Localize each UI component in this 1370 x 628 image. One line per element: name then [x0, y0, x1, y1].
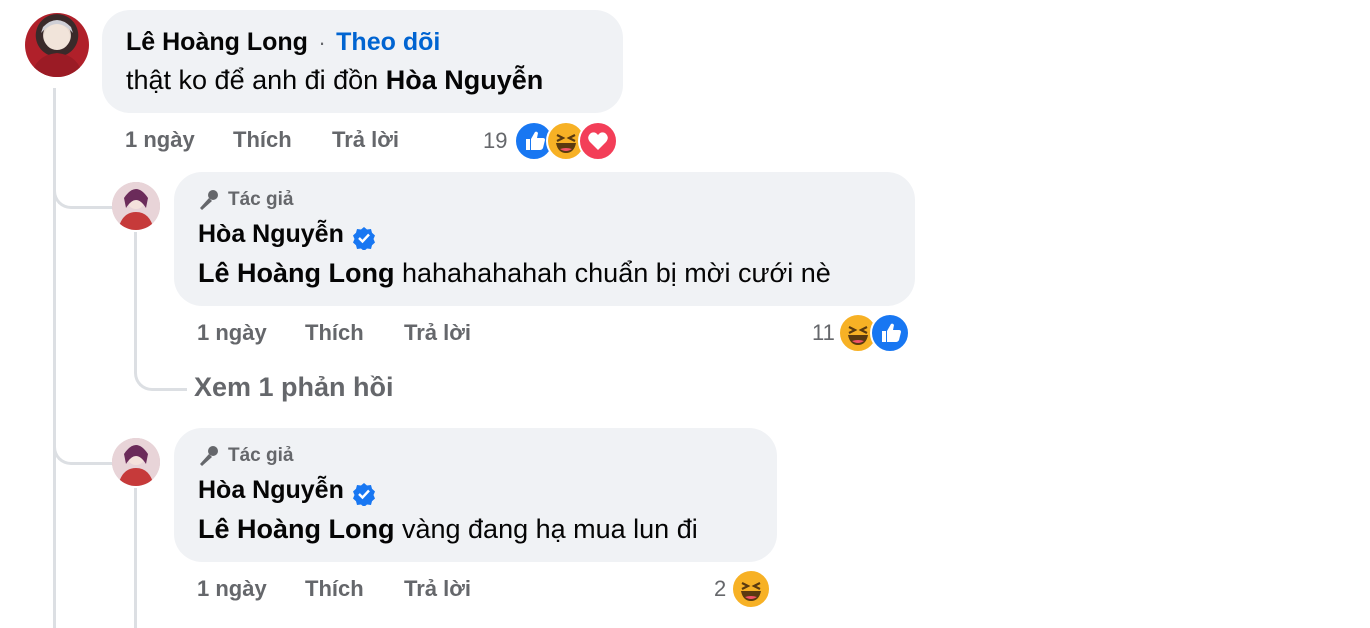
- reply-text: Lê Hoàng Long hahahahahah chuẩn bị mời c…: [198, 258, 831, 289]
- reply-author[interactable]: Hòa Nguyễn: [198, 220, 344, 248]
- verified-badge-icon: [352, 482, 375, 506]
- reply-time[interactable]: 1 ngày: [197, 320, 267, 346]
- microphone-icon: [200, 446, 218, 466]
- reply-actions: 1 ngày Thích Trả lời: [197, 576, 517, 604]
- comment-text-body: thật ko để anh đi đồn: [126, 65, 386, 95]
- avatar-photo-icon: [112, 182, 160, 230]
- reply-bubble: Tác giả Hòa Nguyễn Lê Hoàng Long hahahah…: [174, 172, 915, 306]
- reply-author[interactable]: Hòa Nguyễn: [198, 476, 344, 504]
- reply-button[interactable]: Trả lời: [332, 127, 399, 153]
- reaction-count[interactable]: 2: [714, 576, 726, 602]
- reaction-count[interactable]: 19: [483, 128, 507, 154]
- reply-button[interactable]: Trả lời: [404, 576, 471, 602]
- comment-time[interactable]: 1 ngày: [125, 127, 195, 153]
- mention-link[interactable]: Lê Hoàng Long: [198, 258, 394, 288]
- avatar-photo-icon: [31, 20, 83, 77]
- reply-text-body: hahahahahah chuẩn bị mời cưới nè: [394, 258, 831, 288]
- like-button[interactable]: Thích: [305, 576, 364, 602]
- reply-text: Lê Hoàng Long vàng đang hạ mua lun đi: [198, 514, 698, 545]
- avatar[interactable]: [112, 182, 160, 230]
- author-tag-label: Tác giả: [228, 445, 294, 466]
- like-button[interactable]: Thích: [233, 127, 292, 153]
- view-replies-button[interactable]: Xem 1 phản hồi: [194, 372, 394, 403]
- thread-connector-reply-1: [53, 178, 114, 209]
- separator-dot: ·: [318, 30, 326, 55]
- reply-time[interactable]: 1 ngày: [197, 576, 267, 602]
- mention-link[interactable]: Lê Hoàng Long: [198, 514, 394, 544]
- author-badge: Tác giả: [196, 444, 293, 468]
- thread-line-reply-2: [134, 488, 137, 628]
- comment-actions: 1 ngày Thích Trả lời: [125, 127, 445, 155]
- author-badge: Tác giả: [196, 188, 293, 212]
- verified-badge-icon: [352, 226, 375, 250]
- thread-line-reply-1: [134, 232, 137, 362]
- haha-icon: [731, 569, 771, 609]
- reply-actions: 1 ngày Thích Trả lời: [197, 320, 517, 348]
- author-tag-label: Tác giả: [228, 189, 294, 210]
- comment-author[interactable]: Lê Hoàng Long: [126, 28, 308, 56]
- mention-link[interactable]: Hòa Nguyễn: [386, 65, 544, 95]
- avatar[interactable]: [25, 13, 89, 77]
- avatar[interactable]: [112, 438, 160, 486]
- like-button[interactable]: Thích: [305, 320, 364, 346]
- reply-bubble: Tác giả Hòa Nguyễn Lê Hoàng Long vàng đa…: [174, 428, 777, 562]
- avatar-photo-icon: [112, 438, 160, 486]
- love-icon: [578, 121, 618, 161]
- reply-text-body: vàng đang hạ mua lun đi: [394, 514, 698, 544]
- microphone-icon: [200, 190, 218, 210]
- thread-connector-reply-2: [53, 434, 114, 465]
- thread-connector-view-replies: [134, 362, 187, 391]
- like-icon: [870, 313, 910, 353]
- reaction-count[interactable]: 11: [812, 320, 835, 346]
- comment-text: thật ko để anh đi đồn Hòa Nguyễn: [126, 65, 543, 96]
- follow-button[interactable]: Theo dõi: [336, 28, 440, 56]
- thread-line-main: [53, 88, 56, 628]
- comment-bubble: Lê Hoàng Long · Theo dõi thật ko để anh …: [102, 10, 623, 113]
- reply-button[interactable]: Trả lời: [404, 320, 471, 346]
